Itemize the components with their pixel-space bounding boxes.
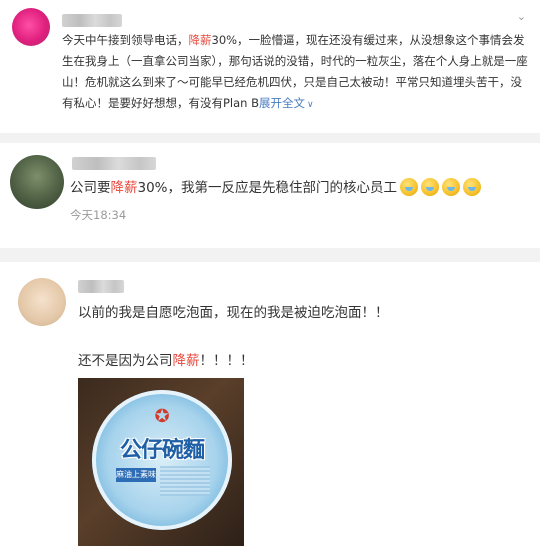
attached-photo[interactable]: ✪ 公仔碗麵 麻油上素味	[78, 378, 244, 546]
comment-card: 公司要降薪30%，我第一反应是先稳住部门的核心员工 今天18:34	[0, 143, 540, 248]
brand-logo-icon: ✪	[154, 406, 170, 427]
username-blurred[interactable]	[62, 14, 122, 27]
username-blurred[interactable]	[72, 157, 156, 170]
timestamp: 今天18:34	[70, 208, 127, 222]
crying-face-icon	[442, 178, 461, 196]
comment-line: 以前的我是自愿吃泡面，现在的我是被迫吃泡面！！	[78, 305, 389, 321]
post-body: 今天中午接到领导电话，降薪30%，一脸懵逼，现在还没有缓过来，从没想象这个事情会…	[62, 30, 532, 116]
post-text: 今天中午接到领导电话，	[62, 33, 189, 47]
avatar[interactable]	[10, 155, 64, 209]
divider	[0, 133, 540, 143]
expand-link[interactable]: 展开全文 ∨	[259, 96, 314, 110]
keyword-highlight[interactable]: 降薪	[189, 33, 212, 47]
comment-line: 还不是因为公司降薪！！！！	[78, 353, 254, 369]
noodle-bowl: ✪ 公仔碗麵 麻油上素味	[92, 390, 232, 530]
divider	[0, 248, 540, 262]
more-options-icon[interactable]: ⌄	[517, 10, 526, 23]
username-blurred[interactable]	[78, 280, 124, 293]
package-text	[160, 466, 210, 496]
avatar[interactable]	[12, 8, 50, 46]
chevron-down-icon: ∨	[307, 100, 314, 110]
crying-face-icon	[400, 178, 419, 196]
post-card: ⌄ 今天中午接到领导电话，降薪30%，一脸懵逼，现在还没有缓过来，从没想象这个事…	[0, 0, 540, 132]
keyword-highlight[interactable]: 降薪	[111, 180, 138, 196]
crying-face-icon	[463, 178, 482, 196]
keyword-highlight[interactable]: 降薪	[173, 353, 200, 369]
comment-text: 公司要降薪30%，我第一反应是先稳住部门的核心员工	[70, 177, 530, 199]
crying-face-icon	[421, 178, 440, 196]
avatar[interactable]	[18, 278, 66, 326]
flavor-label: 麻油上素味	[116, 468, 156, 482]
product-name: 公仔碗麵	[119, 438, 205, 463]
